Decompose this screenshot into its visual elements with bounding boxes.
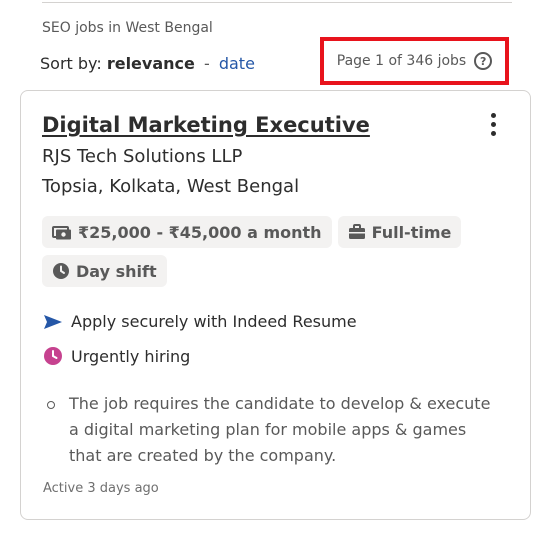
page-count-highlight: Page 1 of 346 jobs ? [320, 37, 509, 85]
easy-apply-feature: Apply securely with Indeed Resume [43, 312, 357, 331]
urgent-text: Urgently hiring [71, 346, 191, 366]
job-location: Topsia, Kolkata, West Bengal [42, 176, 300, 197]
job-snippet-text: The job requires the candidate to develo… [69, 394, 491, 465]
more-options-icon[interactable] [485, 113, 501, 139]
salary-text: ₹25,000 - ₹45,000 a month [78, 222, 322, 242]
urgent-clock-icon [44, 347, 62, 365]
job-title-link[interactable]: Digital Marketing Executive [42, 113, 370, 137]
briefcase-icon [348, 224, 365, 239]
apply-text: Apply securely with Indeed Resume [71, 312, 357, 331]
shift-text: Day shift [76, 261, 157, 281]
job-snippet: The job requires the candidate to develo… [47, 391, 497, 469]
bullet-icon [47, 401, 55, 409]
money-icon [52, 226, 71, 240]
salary-tag: ₹25,000 - ₹45,000 a month [42, 216, 332, 248]
page-count-text: Page 1 of 346 jobs [336, 53, 467, 69]
job-type-tag: Full-time [337, 216, 462, 248]
sort-relevance: relevance [106, 54, 195, 73]
sort-separator: - [203, 54, 210, 73]
search-title: SEO jobs in West Bengal [42, 20, 213, 36]
urgent-hiring-feature: Urgently hiring [43, 346, 190, 366]
sort-date-link[interactable]: date [219, 54, 255, 73]
send-arrow-icon [44, 314, 62, 329]
sort-prefix: Sort by: [40, 54, 102, 73]
sort-controls: Sort by: relevance - date [40, 54, 255, 73]
posted-date: Active 3 days ago [43, 481, 159, 496]
top-divider [42, 2, 512, 3]
job-attributes: ₹25,000 - ₹45,000 a month Full-time Day … [42, 216, 472, 287]
question-circle-icon[interactable]: ? [474, 52, 493, 70]
job-type-text: Full-time [371, 222, 452, 242]
job-card[interactable]: Digital Marketing Executive RJS Tech Sol… [20, 90, 531, 520]
company-name: RJS Tech Solutions LLP [42, 146, 243, 167]
shift-tag: Day shift [42, 255, 167, 287]
clock-icon [53, 263, 69, 279]
